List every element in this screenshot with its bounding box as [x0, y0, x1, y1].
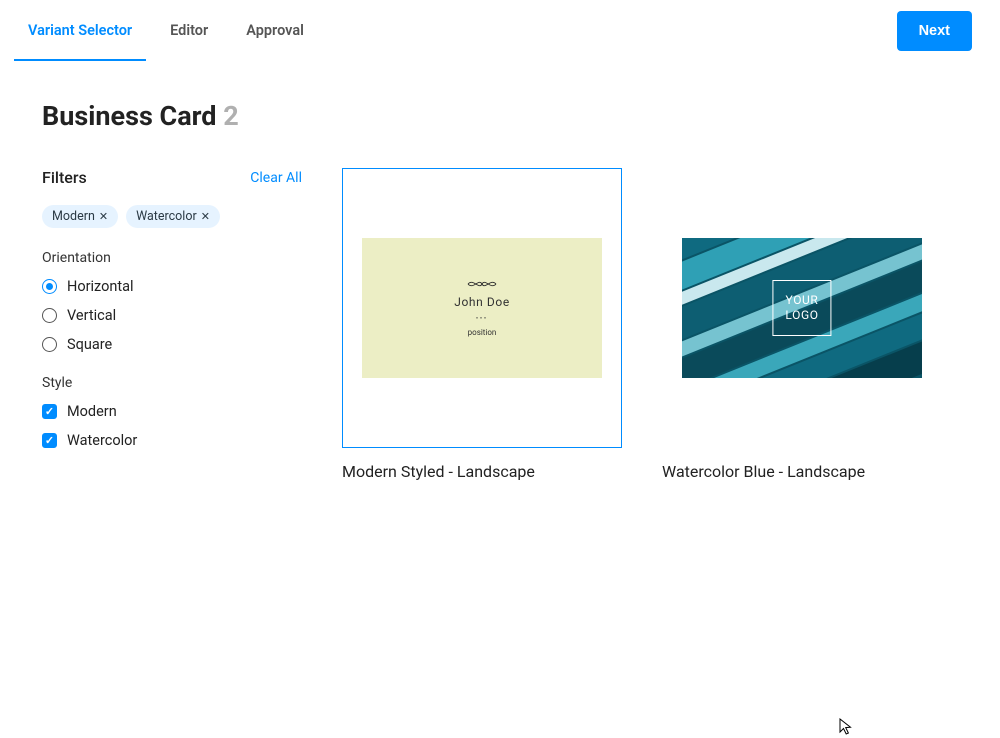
radio-icon	[42, 337, 57, 352]
content-area: Business Card 2 Filters Clear All Modern…	[0, 62, 1000, 481]
tabs: Variant Selector Editor Approval	[28, 0, 304, 61]
radio-icon	[42, 308, 57, 323]
tab-label: Variant Selector	[28, 22, 132, 39]
preview-position: position	[468, 328, 497, 337]
template-thumbnail: John Doe ••• position	[362, 238, 602, 378]
filter-chip-modern[interactable]: Modern ✕	[42, 205, 118, 228]
orientation-option-horizontal[interactable]: Horizontal	[42, 278, 302, 295]
template-gallery: John Doe ••• position Modern Styled - La…	[342, 168, 942, 481]
checkbox-icon	[42, 404, 57, 419]
close-icon: ✕	[201, 211, 210, 222]
template-thumbnail-frame: YOUR LOGO	[662, 168, 942, 448]
page-title: Business Card 2	[42, 100, 958, 132]
option-label: Square	[67, 336, 112, 353]
filters-header: Filters Clear All	[42, 168, 302, 187]
cursor-icon	[839, 718, 857, 736]
orientation-option-vertical[interactable]: Vertical	[42, 307, 302, 324]
top-bar: Variant Selector Editor Approval Next	[0, 0, 1000, 62]
style-options: Modern Watercolor	[42, 403, 302, 449]
close-icon: ✕	[99, 211, 108, 222]
tab-editor[interactable]: Editor	[170, 0, 208, 61]
orientation-options: Horizontal Vertical Square	[42, 278, 302, 353]
tab-variant-selector[interactable]: Variant Selector	[28, 0, 132, 61]
radio-icon	[42, 279, 57, 294]
logo-line1: YOUR	[785, 293, 818, 308]
clear-all-link[interactable]: Clear All	[250, 170, 302, 186]
template-title: Modern Styled - Landscape	[342, 462, 622, 481]
filter-group-title-orientation: Orientation	[42, 250, 302, 266]
logo-placeholder: YOUR LOGO	[772, 280, 831, 336]
template-card-modern[interactable]: John Doe ••• position Modern Styled - La…	[342, 168, 622, 481]
next-button-label: Next	[919, 23, 950, 39]
filters-label: Filters	[42, 168, 87, 187]
orientation-option-square[interactable]: Square	[42, 336, 302, 353]
template-thumbnail: YOUR LOGO	[682, 238, 922, 378]
page-title-text: Business Card	[42, 100, 217, 132]
page-title-count: 2	[223, 100, 239, 132]
template-card-watercolor[interactable]: YOUR LOGO Watercolor Blue - Landscape	[662, 168, 942, 481]
filter-chip-watercolor[interactable]: Watercolor ✕	[126, 205, 220, 228]
chip-label: Modern	[52, 209, 95, 224]
filters-panel: Filters Clear All Modern ✕ Watercolor ✕ …	[42, 168, 302, 481]
next-button[interactable]: Next	[897, 11, 972, 51]
option-label: Modern	[67, 403, 117, 420]
filter-group-title-style: Style	[42, 375, 302, 391]
tab-label: Approval	[246, 22, 304, 39]
chip-label: Watercolor	[136, 209, 197, 224]
tab-label: Editor	[170, 22, 208, 39]
checkbox-icon	[42, 433, 57, 448]
style-option-watercolor[interactable]: Watercolor	[42, 432, 302, 449]
option-label: Watercolor	[67, 432, 137, 449]
tab-approval[interactable]: Approval	[246, 0, 304, 61]
option-label: Vertical	[67, 307, 116, 324]
dots-icon: •••	[476, 315, 488, 322]
preview-name: John Doe	[454, 295, 510, 309]
style-option-modern[interactable]: Modern	[42, 403, 302, 420]
filter-chips: Modern ✕ Watercolor ✕	[42, 205, 302, 228]
main-row: Filters Clear All Modern ✕ Watercolor ✕ …	[42, 168, 958, 481]
option-label: Horizontal	[67, 278, 134, 295]
knot-icon	[467, 279, 497, 289]
template-title: Watercolor Blue - Landscape	[662, 462, 942, 481]
template-thumbnail-frame: John Doe ••• position	[342, 168, 622, 448]
logo-line2: LOGO	[785, 308, 818, 323]
